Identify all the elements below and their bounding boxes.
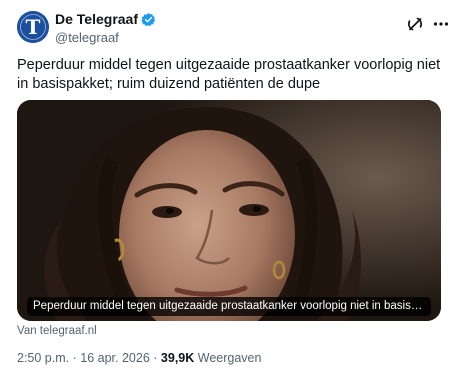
author-name-row: De Telegraaf: [55, 11, 156, 28]
telegraaf-logo: T: [17, 11, 49, 43]
link-source[interactable]: Van telegraaf.nl: [17, 325, 97, 337]
views-label: Weergaven: [197, 351, 262, 365]
tweet-text: Peperduur middel tegen uitgezaaide prost…: [17, 57, 441, 92]
tweet-meta: 2:50 p.m. · 16 apr. 2026 · 39,9K Weergav…: [17, 350, 261, 366]
avatar-letter: T: [26, 15, 41, 39]
tweet-time[interactable]: 2:50 p.m.: [17, 351, 69, 365]
avatar[interactable]: T: [17, 11, 49, 43]
news-photo: [17, 100, 441, 321]
tweet-date[interactable]: 16 apr. 2026: [80, 351, 150, 365]
grok-icon[interactable]: [405, 14, 425, 34]
meta-separator: ·: [72, 351, 77, 365]
tweet-card: T De Telegraaf @telegraaf Peperduur midd…: [0, 0, 469, 372]
author-handle[interactable]: @telegraaf: [55, 30, 119, 45]
display-name[interactable]: De Telegraaf: [55, 11, 138, 28]
verified-badge-icon[interactable]: [141, 12, 156, 27]
link-card-caption: Peperduur middel tegen uitgezaaide prost…: [27, 297, 431, 316]
link-card-image[interactable]: Peperduur middel tegen uitgezaaide prost…: [17, 100, 441, 321]
more-options-icon[interactable]: [431, 14, 451, 34]
views-count: 39,9K: [160, 351, 195, 365]
meta-separator: ·: [153, 351, 158, 365]
